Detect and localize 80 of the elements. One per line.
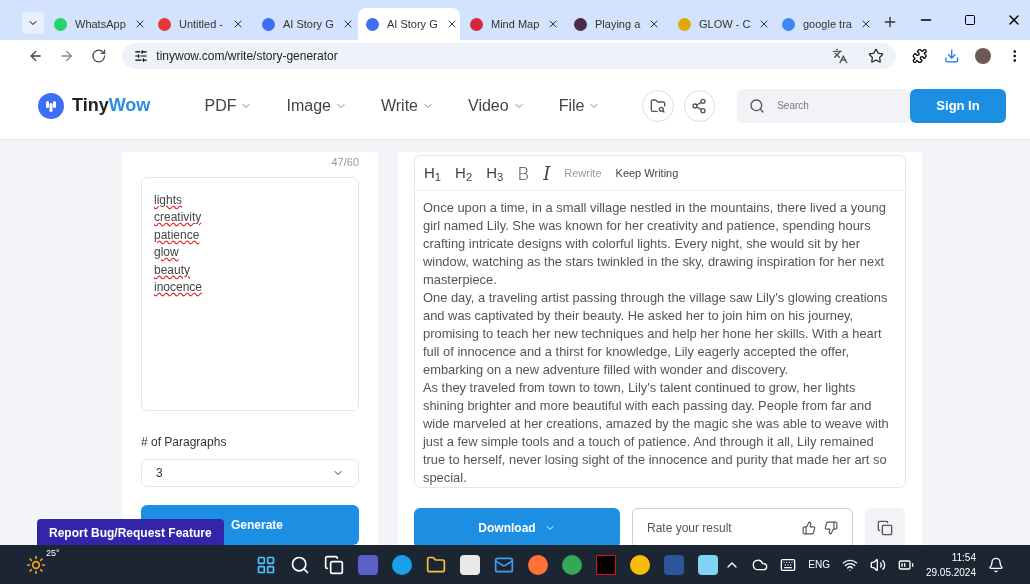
translate-icon[interactable]: [832, 48, 849, 64]
address-bar[interactable]: tinywow.com/write/story-generator: [122, 43, 897, 69]
new-tab-icon[interactable]: [882, 14, 898, 30]
italic-button[interactable]: I: [543, 159, 551, 187]
tab-title: Mind Map: [491, 16, 540, 32]
tab-title: Untitled -: [179, 16, 224, 32]
keyword-text: glow: [154, 244, 179, 261]
tab-title: WhatsApp: [75, 16, 126, 32]
keyboard-icon[interactable]: [780, 556, 797, 573]
story-paragraph: As they traveled from town to town, Lily's talent continued to grow, her lights shining brighter and more beautiful with each passing day. People from far and wide marveled at her creations, amazed by the magic she was able to weave with just a few simple tools and a touch of patience. And through it all, Lily remained true to herself, never losing sight of the innocence and purity that made her art so special.: [423, 379, 890, 487]
heading-button[interactable]: H$_{2}$: [455, 161, 473, 185]
paragraphs-label: # of Paragraphs: [141, 433, 228, 451]
report-bug-toast[interactable]: Report Bug/Request Feature: [37, 519, 224, 546]
nav-menu[interactable]: Video: [468, 93, 525, 118]
thumbs-down-icon[interactable]: [824, 521, 838, 535]
download-icon[interactable]: [943, 48, 960, 64]
nav-menu[interactable]: Write: [380, 93, 434, 118]
nav-menu[interactable]: PDF: [204, 93, 253, 118]
keywords-field[interactable]: lights creativity patience glow beauty inocence: [141, 176, 359, 411]
volume-icon[interactable]: [869, 556, 886, 573]
task-view-icon[interactable]: [323, 554, 344, 575]
keyword-text: patience: [154, 226, 200, 244]
keyword-text: inocence: [154, 279, 203, 296]
keyword-text: lights: [154, 191, 182, 209]
heading-button[interactable]: H$_{3}$: [486, 161, 504, 185]
browser-tab[interactable]: WhatsApp: [46, 8, 148, 40]
tab-title: google tra: [803, 16, 852, 32]
browser-tab[interactable]: AI Story G: [254, 8, 356, 40]
search-input[interactable]: Search: [777, 98, 898, 113]
tab-list-button[interactable]: [22, 12, 44, 34]
browser-tab[interactable]: Mind Map: [462, 8, 564, 40]
nav-menu[interactable]: Image: [286, 93, 347, 118]
close-icon[interactable]: [232, 18, 244, 30]
tab-title: Playing a: [595, 16, 641, 32]
rating-placeholder: Rate your result: [647, 520, 732, 537]
url-text: tinywow.com/write/story-generator: [156, 48, 338, 65]
copy-button[interactable]: [865, 508, 905, 545]
clock-time[interactable]: 11:54: [951, 549, 976, 565]
logo-icon: [38, 92, 64, 119]
tab-title: GLOW - C: [699, 16, 751, 32]
browser-tab[interactable]: Untitled -: [150, 8, 252, 40]
profile-avatar[interactable]: [975, 48, 991, 64]
start-icon[interactable]: [255, 554, 276, 575]
copy-icon: [877, 520, 893, 536]
weather-icon[interactable]: [26, 554, 46, 575]
search-icon: [749, 97, 766, 114]
story-paragraph: One day, a traveling artist passing through the village saw Lily's glowing creations and was captivated by their beauty. He asked her to join him on his journey, promising to teach her new techniques and help her hone her skills. With a heart full of innocence and a thirst for knowledge, Lily eagerly accepted the offer, embarking on a new adventure filled with wonder and discovery.: [423, 289, 889, 379]
maximize-icon[interactable]: [964, 14, 976, 26]
tab-title: AI Story G: [283, 16, 334, 32]
browser-tab[interactable]: google tra: [774, 8, 876, 40]
toolbar-button[interactable]: Keep Writing: [615, 164, 679, 182]
paragraphs-select[interactable]: 3: [141, 458, 359, 488]
search-icon[interactable]: [289, 554, 310, 575]
keyword-text: creativity: [154, 209, 202, 226]
bookmark-star-icon[interactable]: [868, 48, 885, 64]
thumbs-up-icon[interactable]: [802, 521, 816, 535]
language-indicator[interactable]: ENG: [808, 557, 830, 572]
reload-icon[interactable]: [90, 48, 107, 64]
browser-tab[interactable]: AI Story G: [358, 8, 460, 40]
notification-icon[interactable]: [988, 556, 1004, 573]
search-field[interactable]: Search: [737, 88, 911, 123]
bold-button[interactable]: B: [517, 159, 530, 187]
keyword-text: beauty: [154, 261, 191, 279]
folder-icon[interactable]: [425, 554, 446, 575]
logo-text[interactable]: TinyWow: [72, 92, 151, 119]
browser-tab[interactable]: Playing a: [566, 8, 668, 40]
extensions-icon[interactable]: [912, 48, 928, 64]
clock-date[interactable]: 29.05.2024: [925, 564, 976, 580]
story-paragraph: Once upon a time, in a small village nestled in the mountains, there lived a young girl named Lily. She was known for her creativity and patience, spending hours crafting intricate designs with colorful lights. Every night, she would sit by her window, watching as the stars twinkled in the sky, drawing inspiration for her next masterpiece.: [423, 199, 887, 289]
nav-menu[interactable]: File: [558, 93, 601, 118]
character-counter: 47/60: [331, 155, 359, 170]
heading-button[interactable]: H$_{1}$: [424, 161, 442, 185]
browser-tab[interactable]: GLOW - C: [670, 8, 772, 40]
site-settings-icon[interactable]: [134, 49, 149, 63]
forward-icon[interactable]: [59, 48, 75, 64]
folder-icon: [650, 97, 667, 114]
back-icon[interactable]: [28, 48, 44, 64]
temperature-text: 25°: [46, 547, 60, 560]
share-icon: [691, 97, 708, 114]
tab-title: AI Story G: [387, 16, 438, 32]
